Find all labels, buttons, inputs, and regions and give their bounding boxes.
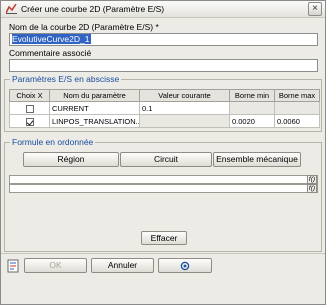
param-min-cell[interactable]: 0.0020 (229, 114, 275, 128)
choice-cell[interactable] (9, 114, 50, 128)
param-max-cell[interactable]: 0.0060 (274, 114, 320, 128)
cancel-button[interactable]: Annuler (91, 258, 154, 273)
fx-button-2[interactable]: f() (307, 184, 317, 193)
param-value-cell[interactable]: 0.1 (139, 101, 230, 115)
app-icon (6, 4, 17, 14)
params-group-title: Paramètres E/S en abscisse (10, 74, 122, 84)
title-bar[interactable]: Créer une courbe 2D (Paramètre E/S) × (1, 1, 325, 18)
param-value-cell[interactable] (139, 114, 230, 128)
table-row[interactable]: LINPOS_TRANSLATION... 0.0020 0.0060 (9, 114, 320, 128)
col-header-min[interactable]: Borne min (229, 89, 275, 102)
ok-button[interactable]: OK (24, 258, 87, 273)
circuit-button[interactable]: Circuit (120, 152, 212, 167)
comment-label: Commentaire associé (9, 48, 92, 58)
formula-area (9, 194, 318, 228)
formula-row-1[interactable]: f() (9, 175, 318, 184)
dialog-window: Créer une courbe 2D (Paramètre E/S) × No… (0, 0, 326, 305)
fx-button-1[interactable]: f() (307, 175, 317, 184)
choice-cell[interactable] (9, 101, 50, 115)
formula-row-2[interactable]: f() (9, 184, 318, 193)
curve-name-value: EvolutiveCurve2D_1 (12, 34, 92, 44)
col-header-name[interactable]: Nom du paramètre (49, 89, 140, 102)
curve-name-label: Nom de la courbe 2D (Paramètre E/S) * (9, 22, 159, 32)
choice-checkbox[interactable] (25, 104, 34, 113)
param-name-cell: LINPOS_TRANSLATION... (49, 114, 140, 128)
window-title: Créer une courbe 2D (Paramètre E/S) (21, 4, 165, 14)
choice-checkbox-checked[interactable] (25, 117, 34, 126)
param-min-cell[interactable] (229, 101, 275, 115)
col-header-value[interactable]: Valeur courante (139, 89, 230, 102)
curve-name-input[interactable]: EvolutiveCurve2D_1 (9, 33, 318, 46)
ensemble-mecanique-button[interactable]: Ensemble mécanique (213, 152, 301, 167)
help-icon[interactable] (7, 259, 20, 273)
col-header-choice[interactable]: Choix X (9, 89, 50, 102)
params-header-row: Choix X Nom du paramètre Valeur courante… (9, 89, 320, 102)
params-table: Choix X Nom du paramètre Valeur courante… (9, 89, 320, 128)
formula-group-title: Formule en ordonnée (10, 137, 96, 147)
table-row[interactable]: CURRENT 0.1 (9, 101, 320, 115)
param-max-cell[interactable] (274, 101, 320, 115)
footer-divider (1, 253, 325, 254)
comment-input[interactable] (9, 59, 318, 72)
region-button[interactable]: Région (23, 152, 119, 167)
close-button[interactable]: × (308, 2, 322, 16)
param-name-cell: CURRENT (49, 101, 140, 115)
third-button[interactable] (158, 258, 212, 273)
clear-button[interactable]: Effacer (141, 231, 187, 245)
close-icon: × (312, 3, 318, 14)
circle-icon (180, 261, 190, 271)
col-header-max[interactable]: Borne max (274, 89, 320, 102)
